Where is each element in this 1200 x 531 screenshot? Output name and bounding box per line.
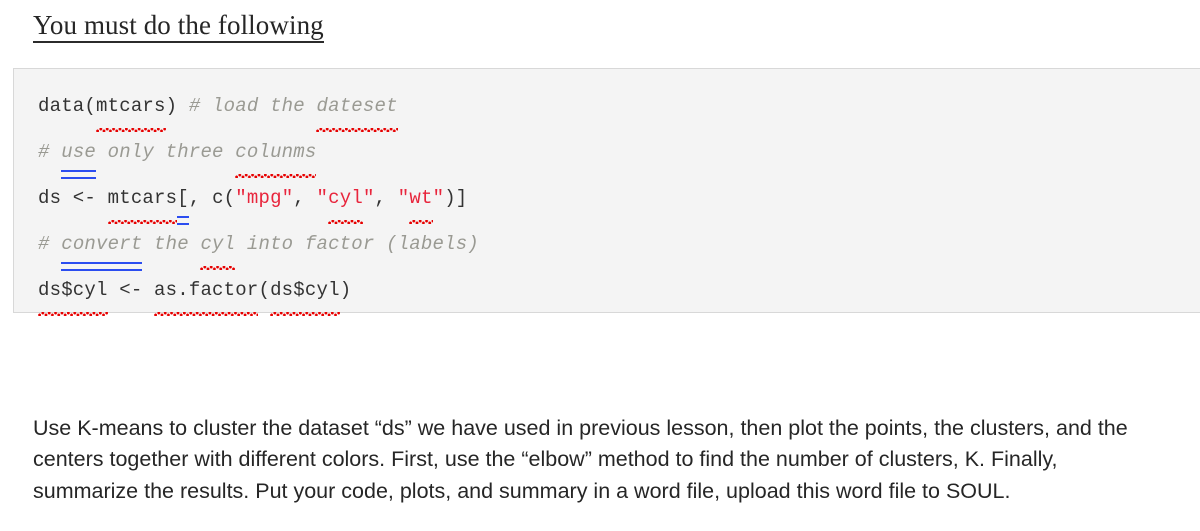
grammarcheck-underline: use — [61, 129, 96, 179]
code-token: " — [316, 187, 329, 209]
code-token: into factor (labels) — [235, 233, 479, 255]
code-token: data( — [38, 95, 97, 117]
assignment-page: You must do the following data(mtcars) #… — [0, 0, 1200, 531]
code-token: " — [397, 187, 410, 209]
code-token: the — [142, 233, 201, 255]
page-title-text: You must do the following — [33, 10, 324, 43]
spellcheck-underline: wt — [409, 175, 433, 224]
code-token: , c( — [188, 187, 236, 209]
spellcheck-underline: mtcars — [107, 175, 178, 224]
page-title: You must do the following — [33, 8, 324, 43]
code-line: data(mtcars) # load the dateset — [38, 83, 1200, 132]
grammarcheck-underline: convert — [61, 221, 143, 271]
code-token: "mpg" — [235, 187, 294, 209]
code-token: " — [362, 187, 375, 209]
spellcheck-underline: as.factor — [154, 267, 259, 316]
grammarcheck-underline: [ — [177, 175, 189, 225]
code-lines: data(mtcars) # load the dateset # use onl… — [38, 83, 1200, 316]
code-token: <- — [107, 279, 155, 301]
code-token: )] — [444, 187, 468, 209]
code-token: # load the — [188, 95, 317, 117]
code-token: ) — [339, 279, 352, 301]
instructions-paragraph: Use K-means to cluster the dataset “ds” … — [33, 415, 1128, 503]
spellcheck-underline: mtcars — [96, 83, 166, 132]
code-token: ) — [165, 95, 189, 117]
spellcheck-underline: dateset — [316, 83, 398, 132]
spellcheck-underline: cyl — [200, 221, 236, 270]
code-line: ds <- mtcars[, c("mpg", "cyl", "wt")] — [38, 175, 1200, 225]
code-token: only three — [96, 141, 236, 163]
code-line: # use only three colunms — [38, 129, 1200, 179]
spellcheck-underline: cyl — [328, 175, 363, 224]
spellcheck-underline: colunms — [235, 129, 317, 178]
code-token: ( — [258, 279, 271, 301]
code-line: ds$cyl <- as.factor(ds$cyl) — [38, 267, 1200, 316]
code-token: ds <- — [38, 187, 108, 209]
code-token: # — [38, 141, 62, 163]
code-token: # — [38, 233, 62, 255]
code-block[interactable]: data(mtcars) # load the dateset # use onl… — [13, 68, 1200, 316]
code-token: , — [374, 187, 398, 209]
code-line: # convert the cyl into factor (labels) — [38, 221, 1200, 271]
code-token: " — [432, 187, 445, 209]
code-token: , — [293, 187, 317, 209]
spellcheck-underline: ds$cyl — [38, 267, 108, 316]
spellcheck-underline: ds$cyl — [270, 267, 340, 316]
